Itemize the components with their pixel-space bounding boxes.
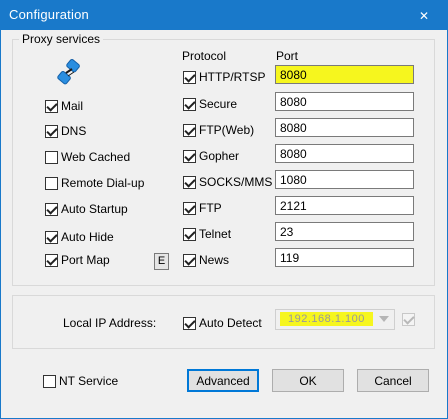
mail-checkbox[interactable]: Mail	[45, 98, 83, 114]
port-map-checkbox-box[interactable]	[45, 253, 58, 267]
secure-port-field[interactable]	[275, 92, 414, 111]
dns-checkbox[interactable]: DNS	[45, 123, 86, 139]
ip-confirm-checkbox[interactable]	[402, 313, 415, 326]
auto-hide-checkbox-box[interactable]	[45, 230, 58, 244]
auto-detect-label: Auto Detect	[199, 316, 262, 330]
ftp-checkbox[interactable]: FTP	[183, 200, 222, 216]
ip-address-combobox[interactable]: 192.168.1.100	[275, 309, 395, 330]
http-rtsp-label: HTTP/RTSP	[199, 70, 266, 84]
auto-startup-checkbox[interactable]: Auto Startup	[45, 201, 128, 217]
advanced-button[interactable]: Advanced	[187, 369, 259, 392]
telnet-checkbox[interactable]: Telnet	[183, 226, 231, 242]
port-map-checkbox[interactable]: Port Map	[45, 252, 110, 268]
remote-dialup-label: Remote Dial-up	[61, 176, 145, 190]
local-ip-label: Local IP Address:	[63, 316, 157, 330]
telnet-port-field[interactable]	[275, 222, 414, 241]
auto-startup-checkbox-box[interactable]	[45, 202, 58, 216]
window-title: Configuration	[9, 7, 89, 22]
gopher-label: Gopher	[199, 149, 240, 163]
auto-detect-checkbox[interactable]: Auto Detect	[183, 315, 262, 331]
news-port-field[interactable]	[275, 248, 414, 267]
auto-hide-label: Auto Hide	[61, 230, 114, 244]
http-rtsp-checkbox-box[interactable]	[183, 70, 196, 84]
port-map-edit-button[interactable]: E	[154, 253, 169, 270]
remote-dialup-checkbox[interactable]: Remote Dial-up	[45, 175, 144, 191]
socks-mms-label: SOCKS/MMS	[199, 175, 273, 189]
news-checkbox-box[interactable]	[183, 253, 196, 267]
telnet-checkbox-box[interactable]	[183, 227, 196, 241]
proxy-services-legend: Proxy services	[19, 32, 104, 46]
auto-detect-checkbox-box[interactable]	[183, 316, 196, 330]
port-header: Port	[276, 49, 299, 63]
ftp-port-field[interactable]	[275, 196, 414, 215]
nt-service-checkbox-box[interactable]	[43, 374, 56, 388]
web-cached-checkbox-box[interactable]	[45, 150, 58, 164]
secure-checkbox-box[interactable]	[183, 97, 196, 111]
ok-button[interactable]: OK	[272, 369, 344, 392]
web-cached-checkbox[interactable]: Web Cached	[45, 149, 130, 165]
title-bar[interactable]: Configuration ✕	[1, 1, 447, 30]
ftp-web-checkbox-box[interactable]	[183, 123, 196, 137]
dns-label: DNS	[61, 124, 87, 138]
cancel-button[interactable]: Cancel	[357, 369, 429, 392]
ftp-web-label: FTP(Web)	[199, 123, 255, 137]
port-map-label: Port Map	[61, 253, 110, 267]
chevron-down-icon[interactable]	[379, 316, 389, 322]
nt-service-label: NT Service	[59, 374, 119, 388]
http-rtsp-port-field[interactable]	[275, 65, 414, 84]
ftp-label: FTP	[199, 201, 222, 215]
secure-label: Secure	[199, 97, 238, 111]
ftp-checkbox-box[interactable]	[183, 201, 196, 215]
auto-startup-label: Auto Startup	[61, 202, 128, 216]
telnet-label: Telnet	[199, 227, 232, 241]
socks-mms-checkbox-box[interactable]	[183, 175, 196, 189]
news-checkbox[interactable]: News	[183, 252, 229, 268]
socks-mms-port-field[interactable]	[275, 170, 414, 189]
ftp-web-port-field[interactable]	[275, 118, 414, 137]
ip-address-value: 192.168.1.100	[280, 312, 373, 326]
close-icon[interactable]: ✕	[401, 1, 447, 30]
gopher-port-field[interactable]	[275, 144, 414, 163]
network-connection-icon	[57, 59, 80, 85]
news-label: News	[199, 253, 230, 267]
mail-label: Mail	[61, 99, 84, 113]
dns-checkbox-box[interactable]	[45, 124, 58, 138]
secure-checkbox[interactable]: Secure	[183, 96, 237, 112]
ftp-web-checkbox[interactable]: FTP(Web)	[183, 122, 254, 138]
gopher-checkbox-box[interactable]	[183, 149, 196, 163]
http-rtsp-checkbox[interactable]: HTTP/RTSP	[183, 69, 265, 85]
remote-dialup-checkbox-box[interactable]	[45, 176, 58, 190]
protocol-header: Protocol	[182, 49, 227, 63]
socks-mms-checkbox[interactable]: SOCKS/MMS	[183, 174, 272, 190]
auto-hide-checkbox[interactable]: Auto Hide	[45, 229, 114, 245]
nt-service-checkbox[interactable]: NT Service	[43, 373, 118, 389]
gopher-checkbox[interactable]: Gopher	[183, 148, 239, 164]
mail-checkbox-box[interactable]	[45, 99, 58, 113]
configuration-window: Configuration ✕ Proxy services Mail DNS …	[0, 0, 448, 419]
web-cached-label: Web Cached	[61, 150, 131, 164]
